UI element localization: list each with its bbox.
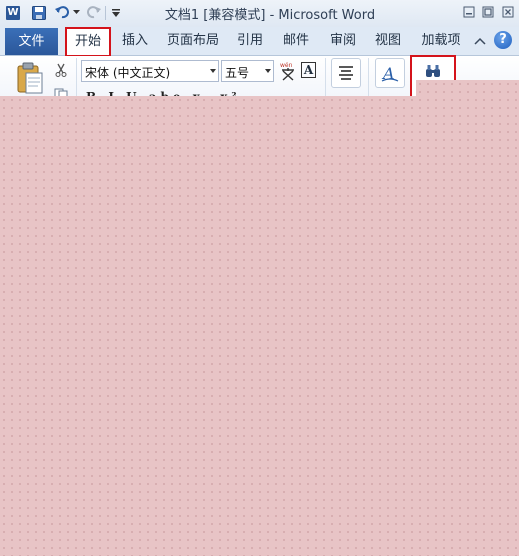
paste-icon[interactable]: [15, 60, 45, 96]
document-area[interactable]: [0, 96, 519, 556]
font-size-value: 五号: [225, 66, 250, 80]
tab-review[interactable]: 审阅: [326, 28, 360, 54]
align-center-button[interactable]: [331, 58, 361, 88]
svg-text:wén: wén: [280, 62, 293, 69]
align-center-icon: [339, 66, 353, 80]
undo-icon[interactable]: [55, 5, 69, 19]
tab-addins[interactable]: 加载项: [417, 28, 465, 54]
tab-file[interactable]: 文件: [5, 28, 58, 55]
qat-divider: [105, 6, 106, 20]
tab-home[interactable]: 开始: [65, 27, 111, 57]
restore-icon[interactable]: [482, 6, 494, 18]
minimize-icon[interactable]: [463, 6, 475, 18]
font-name-value: 宋体 (中文正文): [85, 66, 171, 80]
tab-page-layout[interactable]: 页面布局: [164, 28, 222, 54]
clipboard-group-separator: [76, 58, 77, 96]
tab-mailings[interactable]: 邮件: [279, 28, 313, 54]
close-icon[interactable]: [502, 6, 514, 18]
tab-references[interactable]: 引用: [233, 28, 267, 54]
styles-icon: A: [381, 64, 399, 83]
document-area-overlap: [416, 80, 519, 98]
styles-button[interactable]: A: [375, 58, 405, 88]
window-title: 文档1 [兼容模式] - Microsoft Word: [164, 8, 376, 23]
font-size-dropdown[interactable]: 五号: [221, 60, 274, 82]
phonetic-guide-icon[interactable]: wén: [279, 61, 297, 81]
word-app-icon[interactable]: W: [6, 6, 20, 20]
redo-icon[interactable]: [87, 5, 101, 19]
save-icon[interactable]: [32, 6, 46, 20]
cut-icon[interactable]: [54, 63, 68, 77]
character-border-icon[interactable]: A: [301, 62, 316, 78]
chevron-down-icon: [210, 69, 216, 73]
paragraph-group-separator: [368, 58, 369, 96]
tab-view[interactable]: 视图: [371, 28, 405, 54]
binoculars-icon: [426, 65, 440, 77]
help-icon[interactable]: ?: [494, 31, 512, 49]
tab-insert[interactable]: 插入: [118, 28, 152, 54]
font-name-dropdown[interactable]: 宋体 (中文正文): [81, 60, 219, 82]
customize-qat-icon[interactable]: [111, 8, 121, 18]
undo-dropdown-icon[interactable]: [73, 8, 80, 16]
minimize-ribbon-icon[interactable]: [474, 36, 486, 46]
font-group-separator: [325, 58, 326, 96]
chevron-down-icon: [265, 69, 271, 73]
